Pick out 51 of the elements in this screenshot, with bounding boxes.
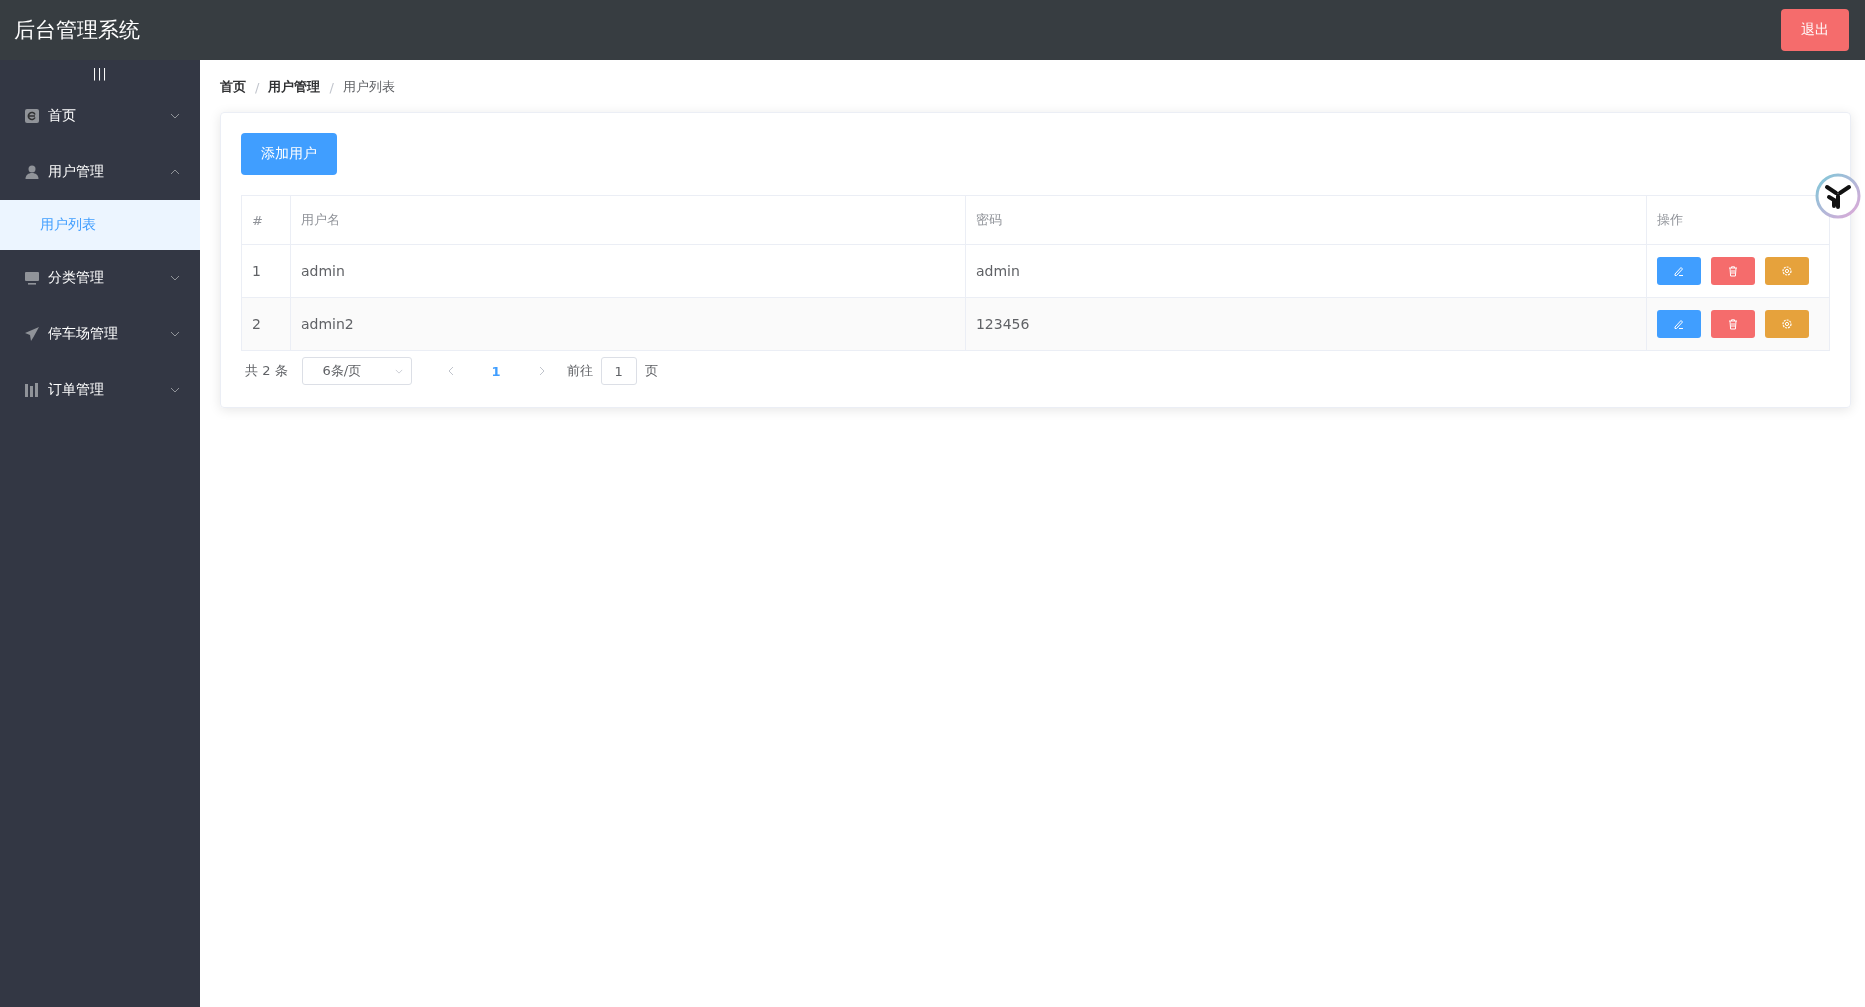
breadcrumb-separator: / xyxy=(329,79,334,95)
column-header: 密码 xyxy=(965,195,1647,245)
table-cell: admin xyxy=(965,244,1647,298)
home-icon xyxy=(24,108,40,124)
breadcrumb-item[interactable]: 首页 xyxy=(220,78,246,96)
column-header: 用户名 xyxy=(290,195,966,245)
trash-icon xyxy=(1727,265,1739,277)
gear-icon xyxy=(1781,265,1793,277)
delete-button[interactable] xyxy=(1711,310,1755,338)
menu-item[interactable]: 分类管理 xyxy=(0,250,200,306)
breadcrumb-item: 用户列表 xyxy=(342,78,395,96)
page-suffix: 页 xyxy=(644,362,658,380)
menu-item[interactable]: 停车场管理 xyxy=(0,306,200,362)
goto-label: 前往 xyxy=(566,362,593,380)
page-input[interactable]: 1 xyxy=(600,357,637,385)
chevron-up-icon xyxy=(170,169,180,175)
paper-plane-icon xyxy=(24,326,40,342)
menu-item[interactable]: 首页 xyxy=(0,88,200,144)
edit-button[interactable] xyxy=(1657,257,1701,285)
settings-button[interactable] xyxy=(1765,257,1809,285)
table-cell: 1 xyxy=(241,244,291,298)
circle-logo-icon[interactable] xyxy=(1814,172,1862,220)
menu-item[interactable]: 订单管理 xyxy=(0,362,200,418)
chevron-down-icon xyxy=(170,113,180,119)
next-page-icon[interactable] xyxy=(538,366,545,376)
previous-page-icon[interactable] xyxy=(447,366,454,376)
edit-button[interactable] xyxy=(1657,310,1701,338)
trash-icon xyxy=(1727,318,1739,330)
table-cell: admin2 xyxy=(290,297,966,351)
table-cell: admin xyxy=(290,244,966,298)
settings-button[interactable] xyxy=(1765,310,1809,338)
breadcrumb-item[interactable]: 用户管理 xyxy=(268,78,321,96)
column-header: # xyxy=(241,195,291,245)
table-cell: 123456 xyxy=(965,297,1647,351)
chevron-down-icon xyxy=(170,275,180,281)
chevron-down-icon xyxy=(170,387,180,393)
pencil-icon xyxy=(1673,265,1685,277)
chevron-down-icon xyxy=(170,331,180,337)
gear-icon xyxy=(1781,318,1793,330)
collapse-toggle[interactable]: ||| xyxy=(0,60,200,88)
total-count: 共 2 条 xyxy=(245,362,288,380)
breadcrumb-separator: / xyxy=(255,79,260,95)
page-size-select[interactable]: 6条/页 xyxy=(301,357,412,385)
monitor-icon xyxy=(24,270,40,286)
bar-chart-icon xyxy=(24,382,40,398)
delete-button[interactable] xyxy=(1711,257,1755,285)
app-title: 后台管理系统 xyxy=(14,17,140,44)
user-icon xyxy=(24,164,40,180)
menu-item[interactable]: 用户管理 xyxy=(0,144,200,200)
table-cell: 2 xyxy=(241,297,291,351)
pencil-icon xyxy=(1673,318,1685,330)
